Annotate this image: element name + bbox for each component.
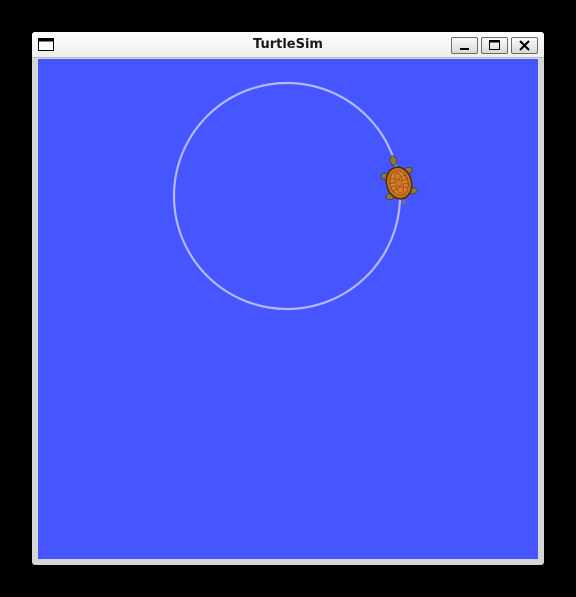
close-button[interactable] [511,37,538,54]
turtle-icon [380,155,418,204]
window-menu-icon[interactable] [38,38,54,51]
minimize-button[interactable] [451,37,478,54]
turtle-canvas [38,59,538,559]
minimize-icon [460,48,469,50]
close-icon [519,40,530,51]
title-bar[interactable]: TurtleSim [32,32,544,58]
maximize-button[interactable] [481,37,508,54]
pen-trail [172,81,402,311]
turtlesim-window: TurtleSim [32,32,544,565]
maximize-icon [489,40,500,50]
